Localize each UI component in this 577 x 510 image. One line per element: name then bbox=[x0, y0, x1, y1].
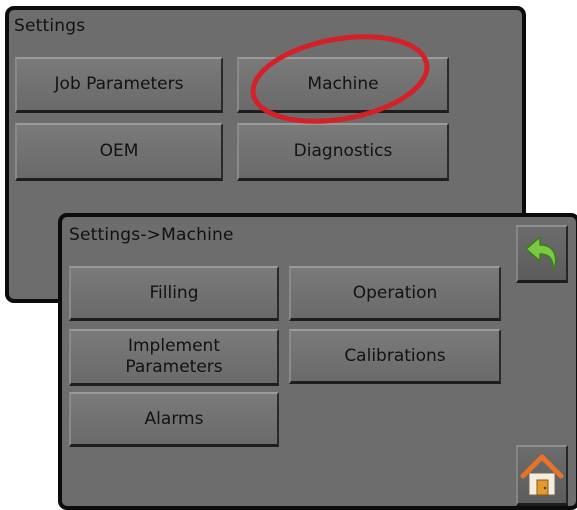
implement-parameters-button[interactable]: Implement Parameters bbox=[69, 329, 279, 386]
calibrations-button[interactable]: Calibrations bbox=[289, 329, 501, 384]
alarms-button[interactable]: Alarms bbox=[69, 392, 279, 447]
back-arrow-icon bbox=[525, 235, 557, 272]
screen: Settings Job Parameters Machine OEM Diag… bbox=[0, 0, 577, 510]
calibrations-label: Calibrations bbox=[344, 345, 446, 366]
implement-label-line2: Parameters bbox=[125, 357, 223, 377]
oem-label: OEM bbox=[99, 141, 139, 161]
job-parameters-label: Job Parameters bbox=[54, 74, 184, 94]
home-icon bbox=[520, 454, 564, 496]
alarms-label: Alarms bbox=[144, 408, 204, 429]
filling-button[interactable]: Filling bbox=[69, 266, 279, 321]
implement-label-line1: Implement bbox=[127, 336, 220, 356]
diagnostics-button[interactable]: Diagnostics bbox=[237, 123, 449, 181]
filling-label: Filling bbox=[149, 282, 199, 303]
diagnostics-label: Diagnostics bbox=[293, 141, 393, 161]
job-parameters-button[interactable]: Job Parameters bbox=[15, 57, 223, 113]
operation-button[interactable]: Operation bbox=[289, 266, 501, 321]
machine-button[interactable]: Machine bbox=[237, 57, 449, 113]
machine-label: Machine bbox=[307, 74, 379, 94]
settings-title: Settings bbox=[14, 16, 86, 36]
oem-button[interactable]: OEM bbox=[15, 123, 223, 181]
operation-label: Operation bbox=[352, 282, 438, 303]
back-button[interactable] bbox=[516, 225, 568, 283]
machine-panel: Settings->Machine Filling Operation Impl… bbox=[58, 213, 577, 510]
home-button[interactable] bbox=[516, 445, 568, 506]
machine-title: Settings->Machine bbox=[69, 225, 234, 245]
